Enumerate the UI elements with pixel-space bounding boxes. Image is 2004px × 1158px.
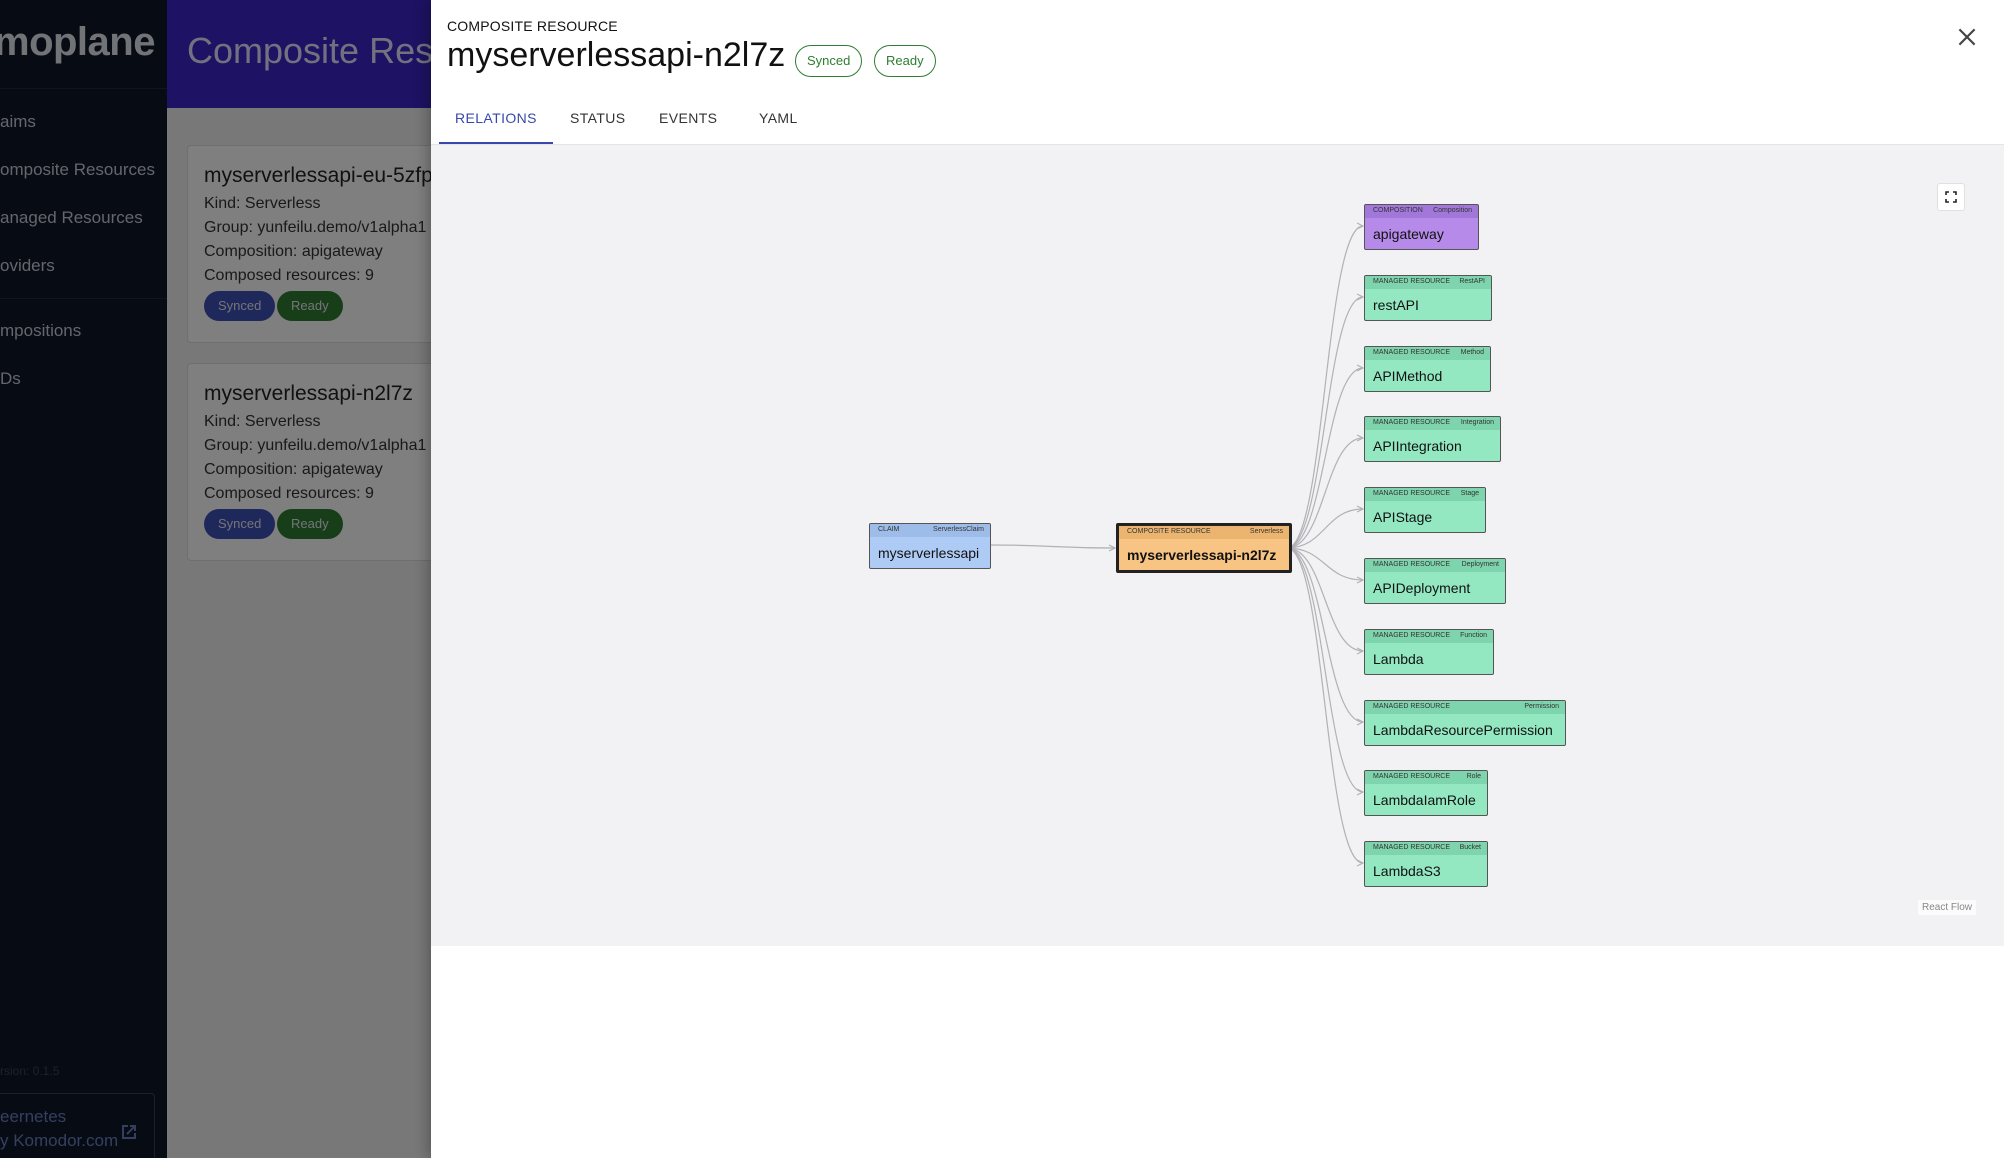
tab-status[interactable]: STATUS bbox=[570, 110, 626, 126]
managed-resource-node[interactable]: MANAGED RESOURCE Role LambdaIamRole bbox=[1364, 770, 1488, 816]
tab-events[interactable]: EVENTS bbox=[659, 110, 717, 126]
composite-to-child-edge bbox=[1286, 437, 1364, 549]
fit-view-button[interactable] bbox=[1937, 183, 1965, 211]
node-name: APIIntegration bbox=[1373, 438, 1462, 454]
fullscreen-icon bbox=[1945, 191, 1957, 203]
node-name: myserverlessapi-n2l7z bbox=[1127, 547, 1277, 563]
composite-resource-node[interactable]: COMPOSITE RESOURCE Serverless myserverles… bbox=[1116, 523, 1292, 573]
composition-node[interactable]: COMPOSITION Composition apigateway bbox=[1364, 204, 1479, 250]
tab-yaml[interactable]: YAML bbox=[759, 110, 798, 126]
node-kind: Role bbox=[1466, 773, 1481, 780]
node-type: MANAGED RESOURCE bbox=[1373, 419, 1451, 426]
tab-relations[interactable]: RELATIONS bbox=[455, 110, 537, 126]
managed-resource-node[interactable]: MANAGED RESOURCE Stage APIStage bbox=[1364, 487, 1486, 533]
node-kind: ServerlessClaim bbox=[933, 526, 984, 533]
composite-to-child-edge bbox=[1286, 547, 1364, 581]
node-kind: Integration bbox=[1460, 419, 1494, 426]
ready-chip: Ready bbox=[874, 45, 936, 77]
edge-arrow bbox=[1356, 859, 1365, 867]
react-flow-attribution[interactable]: React Flow bbox=[1918, 900, 1977, 915]
node-name: LambdaIamRole bbox=[1373, 792, 1476, 808]
managed-resource-node[interactable]: MANAGED RESOURCE Deployment APIDeployment bbox=[1364, 558, 1506, 604]
managed-resource-node[interactable]: MANAGED RESOURCE Permission LambdaResourc… bbox=[1364, 700, 1566, 746]
managed-resource-node[interactable]: MANAGED RESOURCE Function Lambda bbox=[1364, 629, 1494, 675]
synced-chip: Synced bbox=[795, 45, 863, 77]
composite-to-child-edge bbox=[1286, 547, 1364, 864]
node-type: COMPOSITE RESOURCE bbox=[1127, 528, 1211, 535]
composite-to-child-edge bbox=[1286, 547, 1364, 723]
managed-resource-node[interactable]: MANAGED RESOURCE Method APIMethod bbox=[1364, 346, 1491, 392]
managed-resource-node[interactable]: MANAGED RESOURCE Integration APIIntegrati… bbox=[1364, 416, 1501, 462]
node-name: LambdaS3 bbox=[1373, 863, 1441, 879]
claim-to-composite-edge bbox=[989, 544, 1116, 549]
claim-node[interactable]: CLAIM ServerlessClaim myserverlessapi bbox=[869, 523, 991, 569]
node-type: COMPOSITION bbox=[1373, 207, 1423, 214]
node-kind: Function bbox=[1460, 632, 1487, 639]
edge-arrow bbox=[1356, 222, 1365, 230]
node-type: MANAGED RESOURCE bbox=[1373, 278, 1451, 285]
resource-type-label: COMPOSITE RESOURCE bbox=[447, 18, 618, 34]
node-kind: RestAPI bbox=[1459, 278, 1485, 285]
node-name: apigateway bbox=[1373, 226, 1444, 242]
node-name: Lambda bbox=[1373, 651, 1424, 667]
resource-drawer: COMPOSITE RESOURCE myserverlessapi-n2l7z… bbox=[431, 0, 2004, 1158]
node-kind: Bucket bbox=[1459, 844, 1481, 851]
relations-graph[interactable]: CLAIM ServerlessClaim myserverlessapi COM… bbox=[431, 145, 2004, 946]
node-kind: Stage bbox=[1460, 490, 1479, 497]
composite-to-child-edge bbox=[1286, 547, 1364, 793]
resource-name: myserverlessapi-n2l7z bbox=[447, 36, 786, 74]
node-kind: Permission bbox=[1524, 703, 1559, 710]
composite-to-child-edge bbox=[1286, 367, 1364, 549]
node-kind: Method bbox=[1460, 349, 1484, 356]
node-kind: Deployment bbox=[1461, 561, 1499, 568]
node-type: MANAGED RESOURCE bbox=[1373, 632, 1451, 639]
node-name: restAPI bbox=[1373, 297, 1419, 313]
node-type: MANAGED RESOURCE bbox=[1373, 349, 1451, 356]
close-icon[interactable] bbox=[1954, 24, 1980, 50]
node-kind: Serverless bbox=[1249, 528, 1283, 535]
node-type: MANAGED RESOURCE bbox=[1373, 490, 1451, 497]
managed-resource-node[interactable]: MANAGED RESOURCE Bucket LambdaS3 bbox=[1364, 841, 1488, 887]
node-type: MANAGED RESOURCE bbox=[1373, 561, 1451, 568]
node-name: APIMethod bbox=[1373, 368, 1443, 384]
node-name: APIDeployment bbox=[1373, 580, 1471, 596]
node-type: MANAGED RESOURCE bbox=[1373, 844, 1451, 851]
node-name: APIStage bbox=[1373, 509, 1433, 525]
node-name: myserverlessapi bbox=[878, 545, 980, 561]
node-kind: Composition bbox=[1433, 207, 1472, 214]
node-type: MANAGED RESOURCE bbox=[1373, 773, 1451, 780]
node-type: CLAIM bbox=[878, 526, 900, 533]
node-type: MANAGED RESOURCE bbox=[1373, 703, 1451, 710]
node-name: LambdaResourcePermission bbox=[1373, 722, 1553, 738]
managed-resource-node[interactable]: MANAGED RESOURCE RestAPI restAPI bbox=[1364, 275, 1492, 321]
composite-to-child-edge bbox=[1286, 225, 1364, 549]
